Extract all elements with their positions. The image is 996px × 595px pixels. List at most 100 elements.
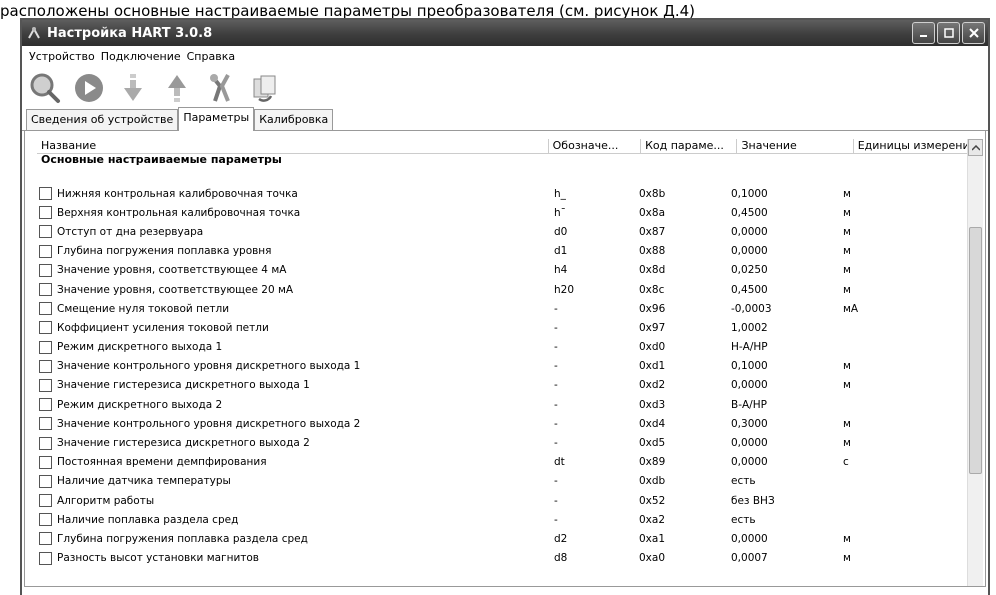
param-value[interactable]: 0,0000 <box>731 437 843 449</box>
menu-help[interactable]: Справка <box>184 50 238 63</box>
col-unit-header[interactable]: Единицы измерени <box>854 139 967 153</box>
table-row[interactable]: Отступ от дна резервуара d0 0x87 0,0000 м <box>39 222 967 241</box>
param-value[interactable]: есть <box>731 475 843 487</box>
param-code: 0x96 <box>639 302 666 315</box>
param-value[interactable]: 1,0002 <box>731 322 843 334</box>
param-value[interactable]: -0,0003 <box>731 303 843 315</box>
param-value[interactable]: 0,0000 <box>731 456 843 468</box>
tab-calibration[interactable]: Калибровка <box>254 109 334 130</box>
param-name: Наличие датчика температуры <box>57 475 231 488</box>
minimize-button[interactable] <box>912 22 935 44</box>
param-value[interactable]: 0,0250 <box>731 264 843 276</box>
param-value[interactable]: без ВНЗ <box>731 495 843 507</box>
row-checkbox[interactable] <box>39 302 52 316</box>
param-value[interactable]: 0,0000 <box>731 379 843 391</box>
table-row[interactable]: Разность высот установки магнитов d8 0xa0 0… <box>39 549 967 568</box>
param-unit: м <box>843 437 851 450</box>
table-row[interactable]: Режим дискретного выхода 2 - 0xd3 В-А/НР <box>39 395 967 414</box>
param-value[interactable]: 0,1000 <box>731 188 843 200</box>
table-row[interactable]: Нижняя контрольная калибровочная точка h_… <box>39 184 967 203</box>
row-checkbox[interactable] <box>39 263 52 277</box>
param-code: 0x87 <box>639 225 666 238</box>
table-row[interactable]: Верхняя контрольная калибровочная точка h… <box>39 203 967 222</box>
row-checkbox[interactable] <box>39 340 52 354</box>
row-checkbox[interactable] <box>39 206 52 220</box>
col-code-header[interactable]: Код параме... <box>641 139 738 153</box>
table-row[interactable]: Значение гистерезиса дискретного выхода … <box>39 433 967 452</box>
param-value[interactable]: В-А/НР <box>731 399 843 411</box>
param-symbol: - <box>554 475 558 488</box>
param-name: Глубина погружения поплавка уровня <box>57 245 272 258</box>
table-row[interactable]: Глубина погружения поплавка раздела сред… <box>39 529 967 548</box>
param-value[interactable]: 0,0007 <box>731 552 843 564</box>
scrollbar-thumb[interactable] <box>969 227 982 474</box>
table-row[interactable]: Значение контрольного уровня дискретного… <box>39 414 967 433</box>
col-name-header[interactable]: Название <box>37 139 549 153</box>
menu-connection[interactable]: Подключение <box>98 50 184 63</box>
param-value[interactable]: 0,4500 <box>731 284 843 296</box>
row-checkbox[interactable] <box>39 494 52 508</box>
row-checkbox[interactable] <box>39 551 52 565</box>
upload-button[interactable] <box>160 71 194 105</box>
close-button[interactable] <box>962 22 985 44</box>
table-row[interactable]: Значение уровня, соответствующее 20 мА h2… <box>39 280 967 299</box>
download-button[interactable] <box>116 71 150 105</box>
param-name: Значение гистерезиса дискретного выхода … <box>57 437 310 450</box>
table-row[interactable]: Значение гистерезиса дискретного выхода … <box>39 376 967 395</box>
param-value[interactable]: 0,4500 <box>731 207 843 219</box>
vertical-scrollbar[interactable] <box>967 139 983 586</box>
row-checkbox[interactable] <box>39 225 52 239</box>
title-bar[interactable]: Настройка HART 3.0.8 <box>22 20 988 46</box>
row-checkbox[interactable] <box>39 378 52 392</box>
param-name: Значение контрольного уровня дискретного… <box>57 360 361 373</box>
row-checkbox[interactable] <box>39 398 52 412</box>
param-symbol: - <box>554 417 558 430</box>
table-row[interactable]: Наличие поплавка раздела сред - 0xa2 есть <box>39 510 967 529</box>
row-checkbox[interactable] <box>39 474 52 488</box>
table-row[interactable]: Коффициент усиления токовой петли - 0x97 1,… <box>39 318 967 337</box>
param-value[interactable]: Н-А/НР <box>731 341 843 353</box>
row-checkbox[interactable] <box>39 359 52 373</box>
scroll-up-button[interactable] <box>968 139 983 156</box>
row-checkbox[interactable] <box>39 532 52 546</box>
row-checkbox[interactable] <box>39 436 52 450</box>
table-row[interactable]: Алгоритм работы - 0x52 без ВНЗ <box>39 491 967 510</box>
table-row[interactable]: Глубина погружения поплавка уровня d1 0x88… <box>39 242 967 261</box>
param-code: 0xd3 <box>639 398 666 411</box>
table-row[interactable]: Режим дискретного выхода 1 - 0xd0 Н-А/НР <box>39 338 967 357</box>
row-checkbox[interactable] <box>39 283 52 297</box>
table-row[interactable]: Значение уровня, соответствующее 4 мА h4 0… <box>39 261 967 280</box>
tab-device-info[interactable]: Сведения об устройстве <box>26 109 179 130</box>
row-checkbox[interactable] <box>39 417 52 431</box>
param-unit: м <box>843 264 851 277</box>
refresh-button[interactable] <box>248 71 282 105</box>
menu-device[interactable]: Устройство <box>26 50 98 63</box>
play-button[interactable] <box>72 71 106 105</box>
param-symbol: d8 <box>554 552 568 565</box>
row-checkbox[interactable] <box>39 513 52 527</box>
param-code: 0x97 <box>639 321 666 334</box>
col-value-header[interactable]: Значение <box>737 139 854 153</box>
maximize-button[interactable] <box>937 22 960 44</box>
param-value[interactable]: есть <box>731 514 843 526</box>
param-name: Нижняя контрольная калибровочная точка <box>57 187 298 200</box>
param-value[interactable]: 0,0000 <box>731 226 843 238</box>
param-value[interactable]: 0,0000 <box>731 245 843 257</box>
param-name: Значение уровня, соответствующее 4 мА <box>57 264 287 277</box>
row-checkbox[interactable] <box>39 321 52 335</box>
table-row[interactable]: Постоянная времени демпфирования dt 0x89 0,… <box>39 453 967 472</box>
param-value[interactable]: 0,3000 <box>731 418 843 430</box>
row-checkbox[interactable] <box>39 244 52 258</box>
param-value[interactable]: 0,0000 <box>731 533 843 545</box>
tools-icon <box>210 74 230 102</box>
tab-parameters[interactable]: Параметры <box>178 107 255 131</box>
col-symbol-header[interactable]: Обозначе... <box>549 139 642 153</box>
param-value[interactable]: 0,1000 <box>731 360 843 372</box>
tools-button[interactable] <box>204 71 238 105</box>
row-checkbox[interactable] <box>39 455 52 469</box>
table-row[interactable]: Наличие датчика температуры - 0xdb есть <box>39 472 967 491</box>
search-button[interactable] <box>28 71 62 105</box>
table-row[interactable]: Смещение нуля токовой петли - 0x96 -0,0003 м… <box>39 299 967 318</box>
table-row[interactable]: Значение контрольного уровня дискретного… <box>39 357 967 376</box>
row-checkbox[interactable] <box>39 187 52 201</box>
